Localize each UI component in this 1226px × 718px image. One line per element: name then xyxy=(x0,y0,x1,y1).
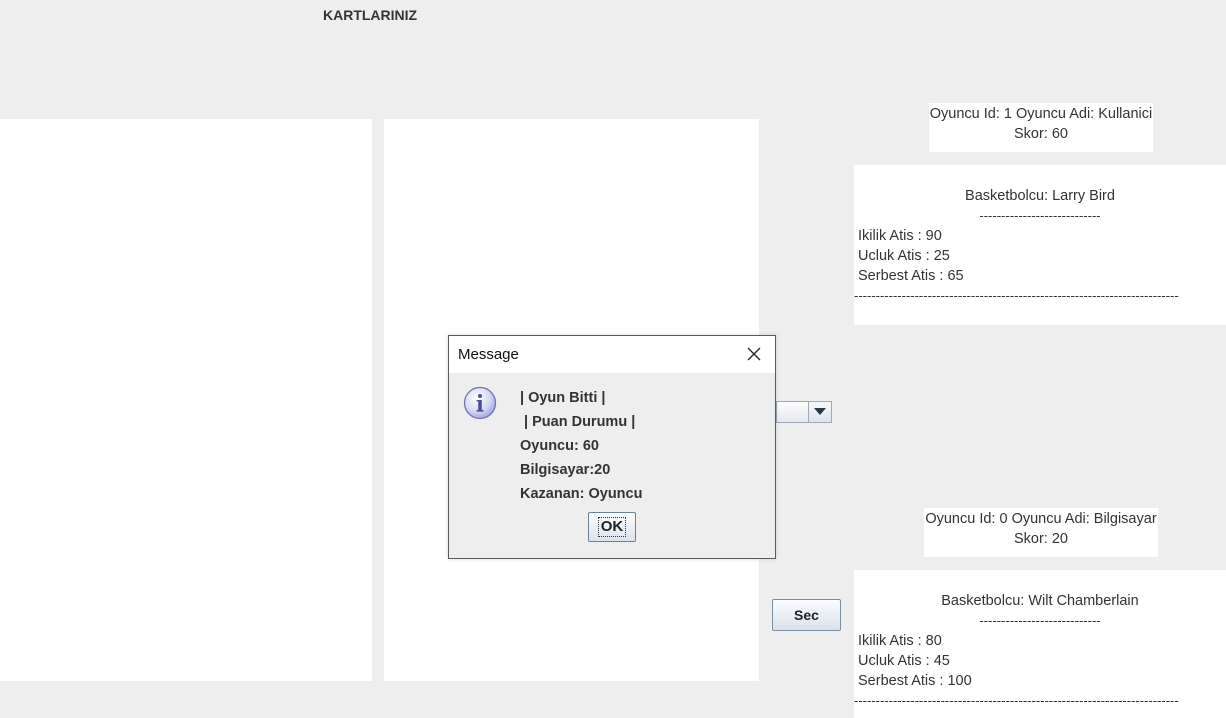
player-card-user-divider-short: ---------------------------- xyxy=(979,208,1101,223)
player-info-user-line1: Oyuncu Id: 1 Oyuncu Adi: Kullanici xyxy=(929,106,1153,122)
player-card-computer-stat-ikilik: Ikilik Atis : 80 xyxy=(858,633,942,649)
chevron-down-icon xyxy=(814,408,826,415)
select-button[interactable]: Sec xyxy=(772,599,841,631)
player-card-user-name: Basketbolcu: Larry Bird xyxy=(965,188,1115,204)
player-info-user: Oyuncu Id: 1 Oyuncu Adi: Kullanici Skor:… xyxy=(929,103,1153,152)
player-select-dropdown[interactable] xyxy=(776,401,832,423)
ok-label: OK xyxy=(597,517,627,537)
ok-button[interactable]: OK xyxy=(588,512,636,542)
dialog-line-score-header: | Puan Durumu | xyxy=(520,414,636,430)
player-card-computer-stat-ucluk: Ucluk Atis : 45 xyxy=(858,653,950,669)
dialog-line-game-over: | Oyun Bitti | xyxy=(520,390,606,406)
close-icon xyxy=(747,347,761,361)
player-card-computer-name: Basketbolcu: Wilt Chamberlain xyxy=(941,593,1139,609)
player-card-computer-divider-long: ----------------------------------------… xyxy=(854,693,1179,708)
player-card-user-stat-serbest: Serbest Atis : 65 xyxy=(858,268,964,284)
dialog-message: | Oyun Bitti | | Puan Durumu | Oyuncu: 60… xyxy=(520,386,642,506)
message-dialog: Message | Oyun Bitti | | Puan Durumu | Oy… xyxy=(448,335,776,559)
player-info-computer-line1: Oyuncu Id: 0 Oyuncu Adi: Bilgisayar xyxy=(925,511,1157,527)
dropdown-button[interactable] xyxy=(808,402,831,422)
dialog-line-winner: Kazanan: Oyuncu xyxy=(520,486,643,502)
player-card-computer: Basketbolcu: Wilt Chamberlain ----------… xyxy=(854,570,1226,718)
dialog-title: Message xyxy=(458,346,519,363)
dialog-close-button[interactable] xyxy=(741,342,767,366)
player-info-user-score: Skor: 60 xyxy=(1014,126,1068,142)
player-info-computer: Oyuncu Id: 0 Oyuncu Adi: Bilgisayar Skor… xyxy=(924,508,1158,557)
player-card-user-divider-long: ----------------------------------------… xyxy=(854,288,1179,303)
player-card-computer-stat-serbest: Serbest Atis : 100 xyxy=(858,673,972,689)
player-card-user-stat-ikilik: Ikilik Atis : 90 xyxy=(858,228,942,244)
player-card-user-stat-ucluk: Ucluk Atis : 25 xyxy=(858,248,950,264)
section-title: KARTLARINIZ xyxy=(323,7,418,23)
player-card-user: Basketbolcu: Larry Bird ----------------… xyxy=(854,165,1226,325)
player-info-computer-score: Skor: 20 xyxy=(1014,531,1068,547)
card-panel-left[interactable] xyxy=(0,119,372,681)
dialog-titlebar[interactable]: Message xyxy=(449,336,775,373)
dialog-line-computer-score: Bilgisayar:20 xyxy=(520,462,611,478)
dialog-line-player-score: Oyuncu: 60 xyxy=(520,438,599,454)
info-icon xyxy=(463,386,497,423)
player-card-computer-divider-short: ---------------------------- xyxy=(979,613,1101,628)
